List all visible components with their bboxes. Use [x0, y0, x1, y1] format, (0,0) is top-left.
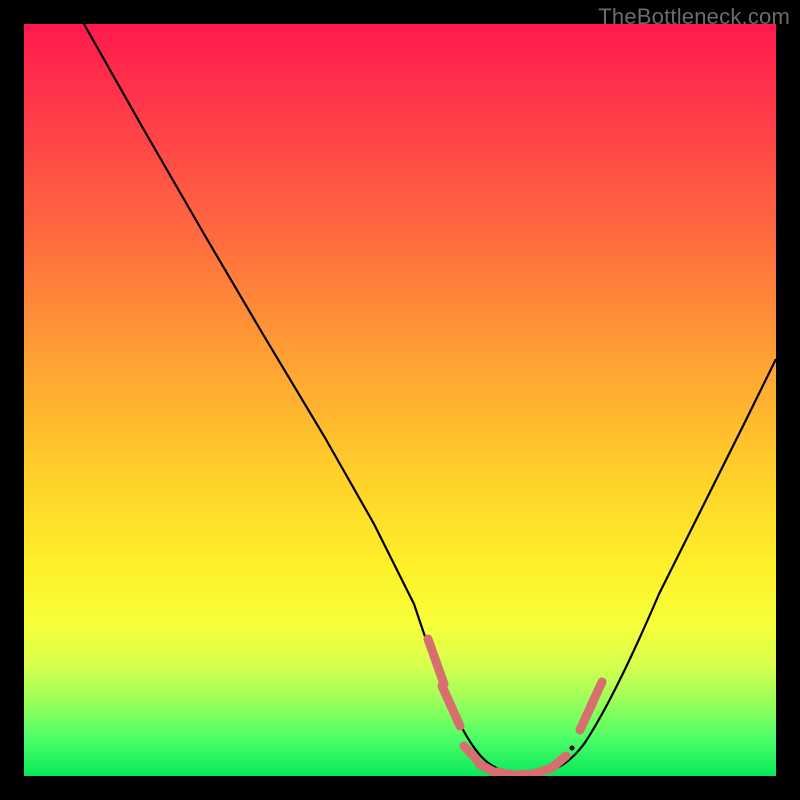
watermark-text: TheBottleneck.com	[598, 4, 790, 30]
bottleneck-curve	[24, 24, 776, 776]
chart-plot-area	[24, 24, 776, 776]
trough-dot	[570, 746, 575, 751]
chart-frame: TheBottleneck.com	[0, 0, 800, 800]
curve-path	[84, 24, 776, 774]
